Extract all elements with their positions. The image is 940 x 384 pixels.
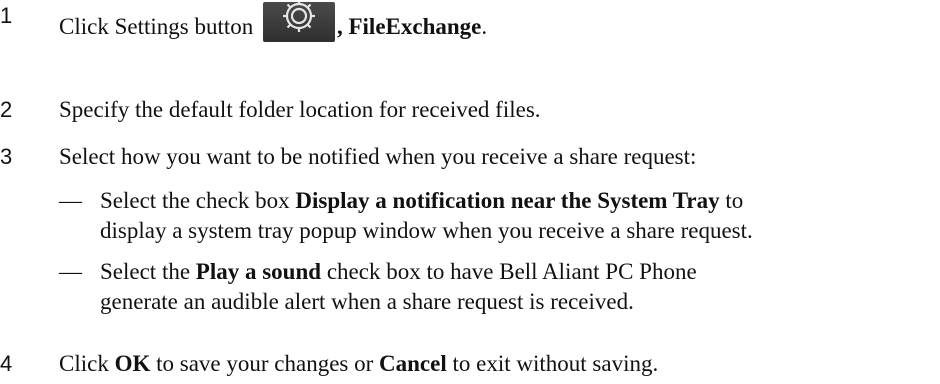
substep-2-prefix: Select the	[100, 259, 196, 284]
cancel-label: Cancel	[379, 351, 447, 376]
step-text: Click Settings button , FileExchange.	[59, 2, 487, 42]
step-1-bold: , FileExchange	[336, 14, 482, 39]
step-number: 2	[0, 97, 13, 122]
step-4-middle: to save your changes or	[150, 351, 380, 376]
substep-1-prefix: Select the check box	[100, 188, 296, 213]
substep-1-bold: Display a notification near the System T…	[295, 188, 720, 213]
substep-1-suffix: to	[719, 188, 744, 213]
step-number: 4	[0, 351, 13, 376]
gear-icon	[262, 2, 335, 42]
substep-2-bold: Play a sound	[195, 259, 322, 284]
dash-bullet: —	[59, 188, 82, 213]
substep-2-line2: generate an audible alert when a share r…	[100, 289, 634, 314]
substep-2-suffix: check box to have Bell Aliant PC Phone	[321, 259, 697, 284]
step-text: Specify the default folder location for …	[59, 97, 541, 122]
dash-bullet: —	[59, 259, 82, 284]
substep-text: Select the check box Display a notificat…	[100, 186, 753, 246]
step-1-suffix: .	[481, 14, 488, 39]
step-4-suffix: to exit without saving.	[446, 351, 659, 376]
step-text: Click OK to save your changes or Cancel …	[59, 350, 658, 378]
step-4-prefix: Click	[59, 351, 115, 376]
substep-text: Select the Play a sound check box to hav…	[100, 257, 697, 317]
step-number: 1	[0, 3, 13, 28]
substep-1-line2: display a system tray popup window when …	[100, 218, 753, 243]
step-text: Select how you want to be notified when …	[59, 144, 697, 169]
step-number: 3	[0, 144, 13, 169]
ok-label: OK	[114, 351, 151, 376]
step-1-prefix: Click Settings button	[59, 14, 259, 39]
